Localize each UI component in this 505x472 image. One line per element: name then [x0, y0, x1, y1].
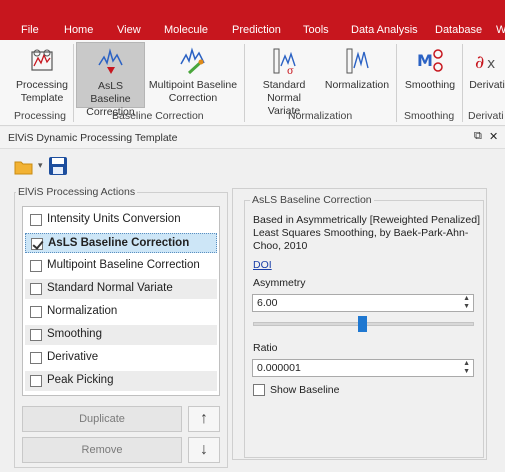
list-item[interactable]: Standard Normal Variate	[25, 279, 217, 299]
close-panel-icon[interactable]: ✕	[489, 130, 498, 143]
save-disk-icon[interactable]	[48, 156, 68, 179]
details-legend: AsLS Baseline Correction	[250, 194, 374, 206]
list-item-label: Smoothing	[47, 328, 102, 340]
group-label-normalization: Normalization	[288, 110, 353, 122]
list-item-label: Derivative	[47, 351, 99, 363]
group-label-derivative: Derivati	[468, 110, 504, 122]
list-item[interactable]: Peak Picking	[25, 371, 217, 391]
ribbon-label: Correction	[168, 92, 218, 104]
menu-home[interactable]: Home	[64, 24, 93, 36]
folder-open-icon[interactable]	[14, 158, 36, 179]
ratio-value: 0.000001	[257, 362, 301, 374]
derivative-button[interactable]: ∂ x Derivati	[466, 42, 505, 108]
svg-text:∂: ∂	[475, 52, 484, 73]
menu-tools[interactable]: Tools	[303, 24, 329, 36]
asymmetry-label: Asymmetry	[253, 277, 306, 289]
show-baseline-label: Show Baseline	[270, 384, 340, 396]
checkbox[interactable]	[30, 260, 42, 272]
checkbox[interactable]	[30, 306, 42, 318]
ribbon-label: Standard	[262, 79, 306, 91]
list-item[interactable]: Intensity Units Conversion	[25, 210, 217, 230]
normalization-button[interactable]: Normalization	[322, 42, 392, 108]
ribbon-label: Multipoint Baseline	[148, 79, 238, 91]
list-item-label: Multipoint Baseline Correction	[47, 259, 200, 271]
description-text: Based in Asymmetrically [Reweighted Pena…	[253, 214, 481, 252]
ratio-stepper[interactable]: 0.000001 ▲ ▼	[252, 359, 474, 377]
asymmetry-value: 6.00	[257, 297, 278, 309]
menu-molecule[interactable]: Molecule	[164, 24, 208, 36]
processing-template-icon	[31, 49, 53, 71]
actions-list[interactable]: Intensity Units Conversion AsLS Baseline…	[22, 206, 220, 396]
standard-normal-variate-icon: σ	[273, 48, 296, 76]
asls-baseline-icon	[97, 48, 123, 74]
ribbon-label: Smoothing	[404, 79, 456, 91]
group-label-processing: Processing	[14, 110, 66, 122]
menu-file[interactable]: File	[21, 24, 39, 36]
menu-database[interactable]: Database	[435, 24, 482, 36]
list-item-label: Intensity Units Conversion	[47, 213, 181, 225]
checkbox[interactable]	[30, 375, 42, 387]
remove-button[interactable]: Remove	[22, 437, 182, 463]
list-item-label: Normalization	[47, 305, 118, 317]
menu-bar: File Home View Molecule Prediction Tools…	[0, 0, 505, 40]
group-separator	[462, 44, 463, 122]
ribbon: Processing Template AsLS Baseline Correc…	[0, 40, 505, 126]
asymmetry-stepper[interactable]: 6.00 ▲ ▼	[252, 294, 474, 312]
spin-arrows-icon[interactable]: ▲ ▼	[463, 360, 470, 376]
chevron-down-icon[interactable]: ▾	[38, 160, 43, 171]
ribbon-label: AsLS Baseline	[90, 80, 131, 105]
standard-normal-variate-button[interactable]: σ Standard Normal Variate	[250, 42, 318, 117]
group-separator	[73, 44, 74, 122]
menu-w[interactable]: W	[496, 24, 505, 36]
list-item-label: Standard Normal Variate	[47, 282, 173, 294]
title-strip	[0, 0, 505, 18]
group-label-baseline: Baseline Correction	[112, 110, 204, 122]
move-up-button[interactable]: ↑	[188, 406, 220, 432]
actions-legend: ElViS Processing Actions	[16, 186, 138, 198]
list-item[interactable]: Normalization	[25, 302, 217, 322]
checkbox[interactable]	[30, 352, 42, 364]
multipoint-baseline-icon	[180, 47, 205, 75]
panel-header: ElViS Dynamic Processing Template ⧉ ✕	[0, 127, 505, 149]
move-down-button[interactable]: ↓	[188, 437, 220, 463]
asls-baseline-button[interactable]: AsLS Baseline Correction	[76, 42, 145, 118]
group-separator	[396, 44, 397, 122]
multipoint-baseline-button[interactable]: Multipoint Baseline Correction	[148, 42, 238, 108]
float-panel-icon[interactable]: ⧉	[474, 130, 482, 143]
group-separator	[244, 44, 245, 122]
list-item-label: Peak Picking	[47, 374, 114, 386]
checkbox[interactable]	[30, 214, 42, 226]
ribbon-label: Derivati	[469, 79, 505, 91]
list-item-label: AsLS Baseline Correction	[48, 237, 190, 249]
list-item[interactable]: Multipoint Baseline Correction	[25, 256, 217, 276]
processing-template-button[interactable]: Processing Template	[12, 42, 72, 108]
ribbon-label: Processing	[16, 79, 68, 91]
menu-prediction[interactable]: Prediction	[232, 24, 281, 36]
ribbon-label: Normalization	[324, 79, 390, 91]
svg-text:x: x	[487, 56, 495, 72]
normalization-icon	[346, 48, 369, 74]
smoothing-icon: M	[417, 49, 443, 72]
smoothing-button[interactable]: M Smoothing	[400, 42, 460, 108]
checkbox[interactable]	[253, 384, 265, 396]
asymmetry-slider-thumb[interactable]	[358, 316, 367, 332]
doi-link[interactable]: DOI	[253, 259, 272, 271]
list-item[interactable]: Derivative	[25, 348, 217, 368]
list-item[interactable]: Smoothing	[25, 325, 217, 345]
spin-arrows-icon[interactable]: ▲ ▼	[463, 295, 470, 311]
menu-data-analysis[interactable]: Data Analysis	[351, 24, 418, 36]
duplicate-button[interactable]: Duplicate	[22, 406, 182, 432]
group-label-smoothing: Smoothing	[404, 110, 455, 122]
svg-text:σ: σ	[287, 66, 294, 76]
ratio-label: Ratio	[253, 342, 278, 354]
checkbox[interactable]	[30, 283, 42, 295]
svg-text:M: M	[417, 51, 433, 70]
list-item[interactable]: AsLS Baseline Correction	[25, 233, 217, 253]
ribbon-label: Template	[20, 92, 64, 104]
checkbox[interactable]	[31, 238, 43, 250]
menu-view[interactable]: View	[117, 24, 141, 36]
panel-title: ElViS Dynamic Processing Template	[8, 132, 178, 144]
checkbox[interactable]	[30, 329, 42, 341]
derivative-icon: ∂ x	[475, 52, 495, 73]
